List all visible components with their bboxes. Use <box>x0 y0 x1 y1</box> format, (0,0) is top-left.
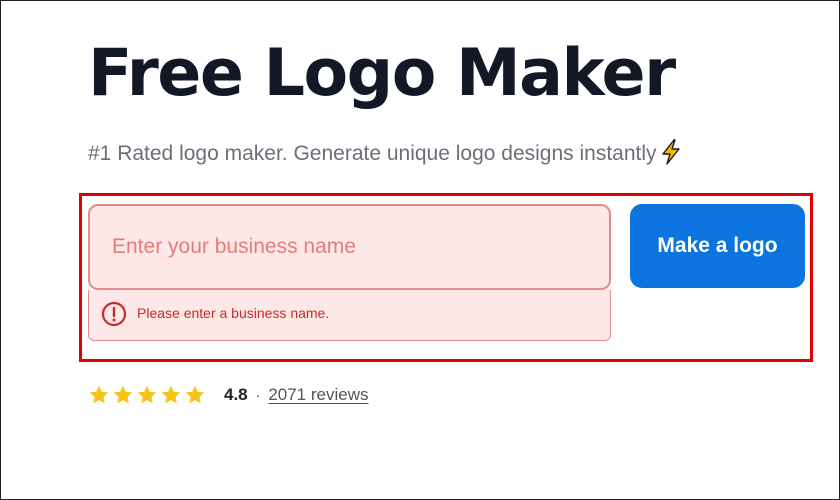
subtitle-text: #1 Rated logo maker. Generate unique log… <box>88 142 657 165</box>
error-message-text: Please enter a business name. <box>137 305 330 321</box>
alert-circle-icon <box>101 301 127 327</box>
lightning-bolt-icon <box>661 139 680 165</box>
star-icon <box>185 385 205 404</box>
star-icon <box>113 385 133 404</box>
star-icon <box>161 385 181 404</box>
star-icon <box>137 385 157 404</box>
rating-value: 4.8 <box>224 385 248 404</box>
star-icon <box>89 385 109 404</box>
make-a-logo-button[interactable]: Make a logo <box>630 204 805 288</box>
business-name-input[interactable] <box>90 206 609 288</box>
reviews-link[interactable]: 2071 reviews <box>268 385 368 405</box>
rating-row: 4.8 · 2071 reviews <box>88 381 368 409</box>
star-rating <box>88 384 208 406</box>
page-subtitle: #1 Rated logo maker. Generate unique log… <box>88 139 683 168</box>
page-title: Free Logo Maker <box>88 36 676 111</box>
rating-separator: · <box>255 387 261 403</box>
business-name-field[interactable] <box>88 204 611 290</box>
error-message-box: Please enter a business name. <box>88 290 611 341</box>
